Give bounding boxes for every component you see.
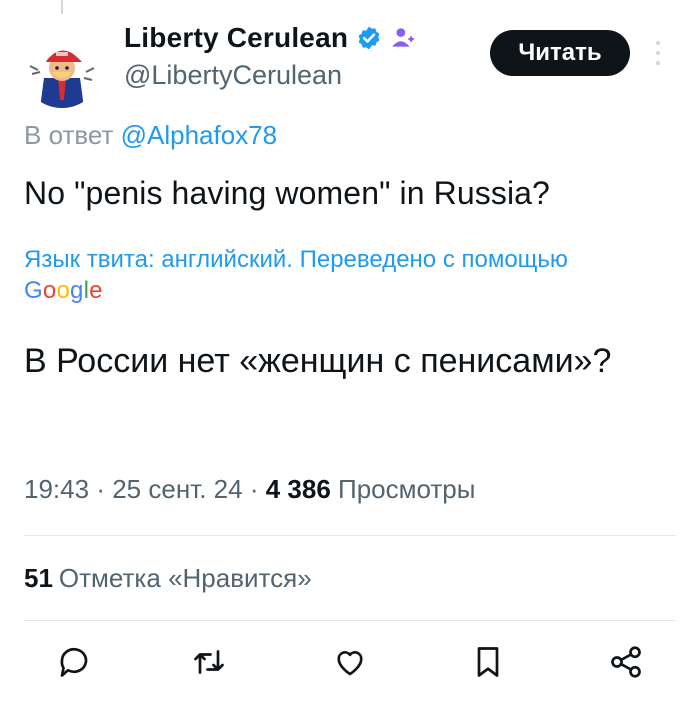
retweet-button[interactable]	[187, 640, 231, 684]
like-button[interactable]	[328, 640, 372, 684]
views-label: Просмотры	[338, 474, 476, 504]
tweet-date[interactable]: 25 сент. 24	[112, 474, 242, 504]
author-handle[interactable]: @LibertyCerulean	[124, 60, 342, 91]
share-icon	[611, 646, 641, 678]
likes-label: Отметка «Нравится»	[58, 563, 312, 593]
meta-separator: ·	[96, 474, 105, 504]
author-name[interactable]: Liberty Cerulean	[124, 22, 348, 54]
reply-context: В ответ @Alphafox78	[24, 120, 277, 151]
divider	[24, 535, 676, 536]
views-count: 4 386	[265, 474, 331, 504]
divider	[24, 620, 676, 621]
reply-mention-link[interactable]: @Alphafox78	[121, 120, 278, 150]
translation-note-text[interactable]: Язык твита: английский. Переведено с пом…	[24, 246, 568, 273]
translation-note: Язык твита: английский. Переведено с пом…	[24, 244, 674, 306]
affiliation-person-icon[interactable]	[390, 25, 416, 51]
bookmark-icon	[477, 647, 499, 677]
tweet-text: No "penis having women" in Russia?	[24, 175, 550, 211]
tweet-meta: 19:43 · 25 сент. 24 · 4 386 Просмотры	[24, 474, 475, 505]
verified-badge-icon[interactable]	[356, 25, 382, 51]
like-icon	[337, 651, 363, 676]
thread-line	[61, 0, 63, 14]
likes-count: 51	[24, 563, 53, 593]
action-bar	[0, 640, 700, 690]
likes-summary[interactable]: 51 Отметка «Нравится»	[24, 563, 312, 594]
retweet-icon	[194, 650, 224, 674]
google-logo: Google	[24, 277, 103, 304]
meta-separator: ·	[249, 474, 259, 504]
bookmark-button[interactable]	[466, 640, 510, 684]
share-button[interactable]	[604, 640, 648, 684]
reply-prefix: В ответ	[24, 120, 114, 150]
author-name-row: Liberty Cerulean	[124, 22, 416, 54]
reply-button[interactable]	[52, 640, 96, 684]
more-vertical-icon[interactable]	[650, 38, 666, 68]
author-avatar[interactable]	[22, 28, 102, 108]
tweet-time[interactable]: 19:43	[24, 474, 89, 504]
avatar-image	[22, 28, 102, 108]
reply-icon	[60, 647, 88, 677]
translated-text: В России нет «женщин с пенисами»?	[24, 342, 612, 380]
read-button[interactable]: Читать	[490, 30, 630, 76]
